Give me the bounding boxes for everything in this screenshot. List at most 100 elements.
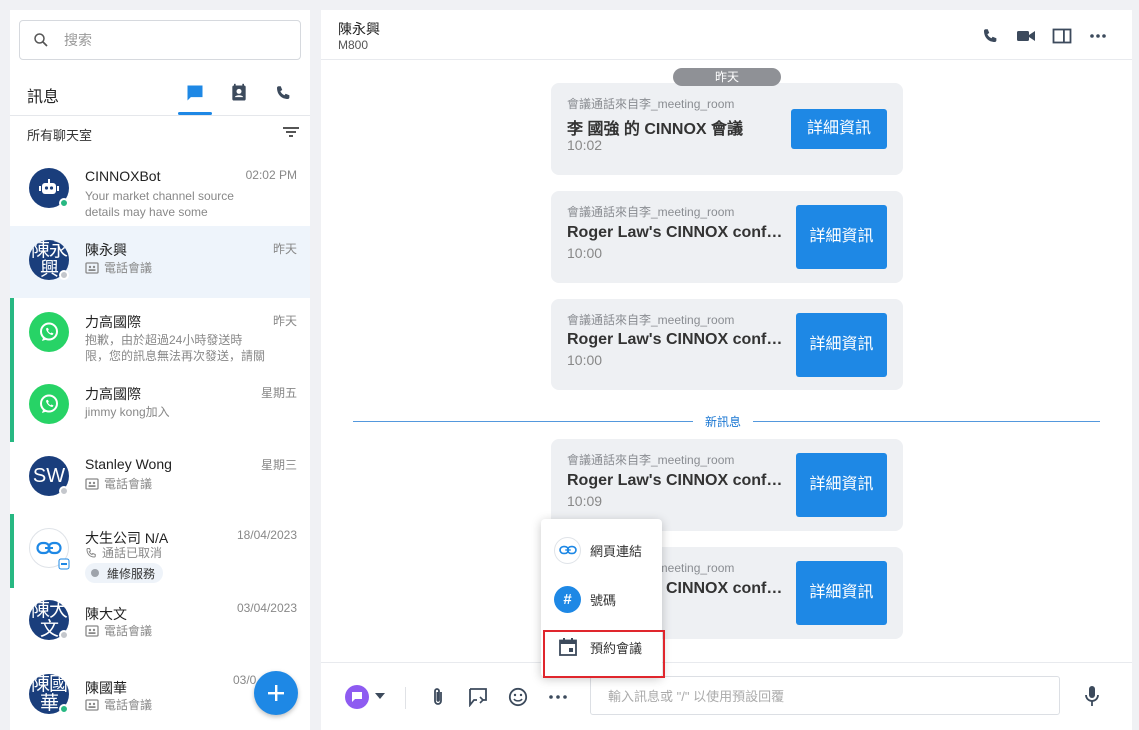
menu-item-label: 網頁連結 [590,543,643,559]
list-tabs: 訊息 [10,70,310,116]
conversation-name: 陳永興 [338,21,380,37]
avatar-text: SW [32,464,66,487]
conference-icon [85,262,99,274]
voice-call-button[interactable] [979,26,1001,46]
card-title: Roger Law's CINNOX confere… [567,224,789,241]
message-input-placeholder: 輸入訊息或 "/" 以使用預設回覆 [608,689,785,704]
meeting-card: 會議通話來自李_meeting_room 李 國強 的 CINNOX 會議 10… [551,83,903,175]
message-type-dropdown[interactable] [373,689,387,703]
chat-time: 昨天 [272,314,297,328]
video-call-button[interactable] [1015,26,1037,46]
chat-time: 03/04/2023 [236,601,297,615]
link-icon [36,541,62,555]
meeting-card: 會議通話來自李_meeting_room Roger Law's CINNOX … [551,191,903,283]
filter-icon[interactable] [282,124,300,140]
presence-indicator [59,630,69,640]
details-button[interactable]: 詳細資訊 [796,453,887,517]
conversation-subtitle: M800 [338,38,369,52]
chat-preview: 電話會議 [104,261,153,275]
chat-time: 星期五 [260,386,297,400]
message-type-button[interactable] [345,685,369,709]
whatsapp-icon [40,394,58,413]
chat-preview: 電話會議 [104,477,153,491]
menu-item-label: 號碼 [590,592,617,608]
chat-item-stanley-wong[interactable]: SW Stanley Wong 星期三 電話會議 [10,442,310,514]
chat-item[interactable]: 陳大文 陳大文 03/04/2023 電話會議 [10,588,310,660]
chat-time: 03/0 [233,673,257,687]
chat-preview: 通話已取消 [102,546,163,560]
chat-preview-row: 電話會議 [85,260,248,276]
chat-preview: jimmy kong加入 [85,405,170,419]
card-title: Roger Law's CINNOX confere… [567,472,789,489]
emoji-button[interactable] [506,685,530,709]
chat-item-selected[interactable]: 陳永興 陳永興 昨天 電話會議 [10,226,310,298]
quick-reply-icon [469,688,487,707]
chat-name: 陳大文 [85,606,127,622]
card-from: 會議通話來自李_meeting_room [567,313,735,327]
search-icon [34,33,48,47]
tab-messages[interactable] [184,82,206,104]
menu-item-number[interactable]: # 號碼 [541,579,662,619]
whatsapp-icon [40,322,58,341]
chat-name: 力高國際 [85,314,141,330]
card-time: 10:00 [567,352,603,368]
chat-list-panel: 搜索 訊息 所有聊天室 CINNOXBot 02:02 PM Your mark… [10,10,310,730]
toggle-side-panel-button[interactable] [1051,26,1073,46]
more-actions-button[interactable] [546,693,570,701]
chat-preview-row: 電話會議 [85,623,248,639]
channel-accent-bar [10,298,14,370]
search-input[interactable]: 搜索 [19,20,301,60]
message-input[interactable]: 輸入訊息或 "/" 以使用預設回覆 [590,676,1060,715]
phone-icon [277,86,290,99]
card-title: Roger Law's CINNOX confere… [567,331,789,348]
composer-separator [405,687,406,709]
chat-item-cinnoxbot[interactable]: CINNOXBot 02:02 PM Your market channel s… [10,154,310,226]
attach-button[interactable] [427,685,449,709]
caret-down-icon [375,693,385,699]
app-root: 搜索 訊息 所有聊天室 CINNOXBot 02:02 PM Your mark… [0,0,1139,730]
card-from: 會議通話來自李_meeting_room [567,453,735,467]
details-button[interactable]: 詳細資訊 [796,205,887,269]
hash-icon: # [554,585,581,613]
chat-preview-row: 電話會議 [85,476,248,492]
chat-item-web-link[interactable]: 大生公司 N/A 18/04/2023 通話已取消 維修服務 [10,514,310,588]
card-time: 10:00 [567,245,603,261]
tag-dot [91,569,99,577]
online-indicator [59,198,69,208]
menu-item-web-link[interactable]: 網頁連結 [541,530,662,570]
more-options-button[interactable] [1087,26,1109,46]
chat-preview: 電話會議 [104,624,153,638]
channel-accent-bar [10,370,14,442]
new-chat-button[interactable] [254,671,298,715]
chat-preview: Your market channel source details may h… [85,189,234,219]
details-button[interactable]: 詳細資訊 [796,313,887,377]
chat-preview: 抱歉，由於超過24小時發送時限，您的訊息無法再次發送，請關閉… [85,333,265,363]
chat-name: Stanley Wong [85,456,172,472]
conference-icon [85,699,99,711]
card-title: 李 國強 的 CINNOX 會議 [567,121,744,138]
details-button[interactable]: 詳細資訊 [791,109,887,149]
whatsapp-avatar [29,312,69,352]
web-channel-icon [58,558,70,570]
details-button[interactable]: 詳細資訊 [796,561,887,625]
more-horizontal-icon [549,695,567,699]
quick-reply-button[interactable] [466,685,490,709]
new-messages-label: 新訊息 [693,413,754,430]
tag-label: 維修服務 [107,566,156,581]
contacts-icon [232,83,246,101]
tab-calls[interactable] [272,82,294,104]
chat-item-whatsapp[interactable]: 力高國際 昨天 抱歉，由於超過24小時發送時限，您的訊息無法再次發送，請關閉… [10,298,310,370]
conference-icon [85,478,99,490]
chat-item-whatsapp[interactable]: 力高國際 星期五 jimmy kong加入 [10,370,310,442]
search-placeholder: 搜索 [64,32,92,48]
tab-contacts[interactable] [228,82,250,104]
chat-name: 陳國華 [85,680,127,696]
voice-input-button[interactable] [1081,683,1103,709]
side-panel-icon [1052,28,1072,44]
filter-label[interactable]: 所有聊天室 [27,125,92,144]
chat-preview: 電話會議 [104,698,153,712]
conversation-panel: 陳永興 M800 會議通話來自李_meeting_room 李 國強 的 CIN… [321,10,1132,730]
tag-badge: 維修服務 [85,563,164,583]
card-time: 10:09 [567,493,603,509]
message-composer: 輸入訊息或 "/" 以使用預設回覆 [321,662,1132,730]
